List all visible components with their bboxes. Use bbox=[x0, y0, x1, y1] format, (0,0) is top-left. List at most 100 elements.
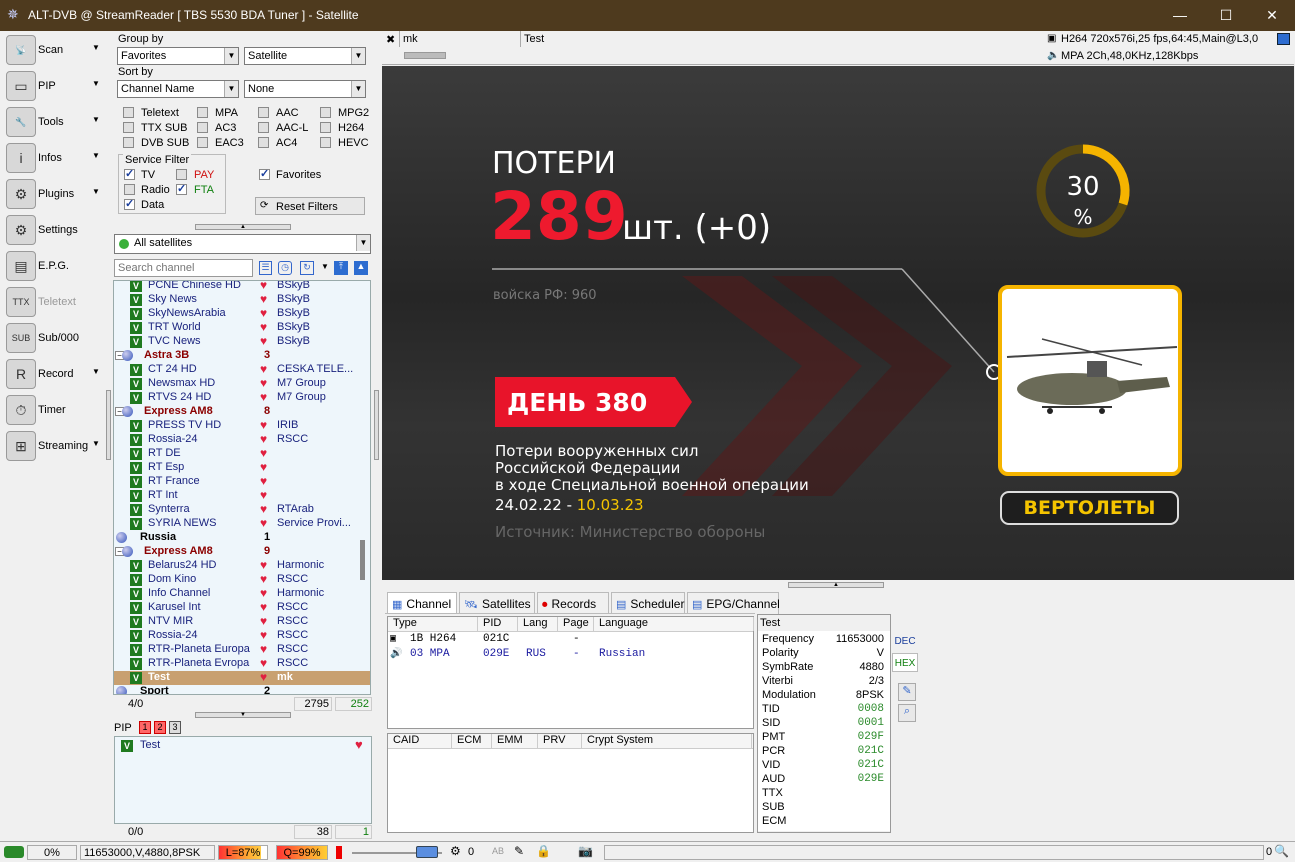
pip-splitter[interactable]: ▼ bbox=[195, 712, 291, 718]
channel-row[interactable]: V Belarus24 HD ♥ Harmonic bbox=[114, 558, 370, 573]
hex-button[interactable]: HEX bbox=[892, 653, 918, 672]
channel-row[interactable]: V PCNE Chinese HD ♥ BSkyB bbox=[114, 281, 370, 293]
favorites-checkbox[interactable]: ✓ bbox=[259, 169, 270, 180]
tab-channel[interactable]: ▦ Channel bbox=[387, 592, 457, 614]
clock-icon[interactable]: ◷ bbox=[278, 261, 292, 275]
chevron-down-icon[interactable]: ▼ bbox=[321, 262, 329, 271]
sidebar-item-tools[interactable]: 🔧 Tools ▼ bbox=[4, 105, 106, 139]
data-checkbox[interactable]: ✓ bbox=[124, 199, 135, 210]
satellite-select[interactable]: All satellites ▼ bbox=[114, 234, 371, 254]
camera-icon[interactable]: 📷 bbox=[578, 844, 593, 858]
channel-row[interactable]: V CT 24 HD ♥ CESKA TELE... bbox=[114, 362, 370, 377]
streams-grid[interactable]: Type PID Lang Page Language ▣ 1B H264 021C - 🔊 03… bbox=[387, 616, 754, 729]
stream-filter-checkbox[interactable] bbox=[123, 107, 134, 118]
group-row[interactable]: − Astra 3B 3 bbox=[114, 349, 370, 363]
column-header[interactable]: PID bbox=[478, 617, 518, 631]
sort-icon[interactable]: ↻ bbox=[300, 261, 314, 275]
stream-filter-checkbox[interactable] bbox=[320, 122, 331, 133]
sidebar-item-infos[interactable]: i Infos ▼ bbox=[4, 141, 106, 175]
group-row[interactable]: − Express AM8 8 bbox=[114, 405, 370, 419]
sidebar-item-streaming[interactable]: ⊞ Streaming ▼ bbox=[4, 429, 106, 463]
sidebar-item-settings[interactable]: ⚙ Settings bbox=[4, 213, 106, 247]
stream-filter-checkbox[interactable] bbox=[320, 107, 331, 118]
recorder-icon[interactable]: ⚙ bbox=[450, 844, 461, 858]
pip-channel-name[interactable]: Test bbox=[140, 739, 160, 751]
stream-filter-checkbox[interactable] bbox=[197, 107, 208, 118]
list-view-icon[interactable]: ☰ bbox=[259, 261, 272, 275]
close-small-icon[interactable]: ✖ bbox=[386, 33, 398, 46]
panel-splitter[interactable]: ▲ bbox=[195, 224, 291, 230]
reset-filters-button[interactable]: ⟳ Reset Filters bbox=[255, 197, 365, 215]
column-header[interactable]: PRV bbox=[538, 734, 582, 748]
stream-filter-checkbox[interactable] bbox=[197, 122, 208, 133]
stream-filter-checkbox[interactable] bbox=[320, 137, 331, 148]
column-header[interactable]: CAID bbox=[388, 734, 452, 748]
channel-row[interactable]: V RT France ♥ bbox=[114, 474, 370, 489]
channel-row[interactable]: V Dom Kino ♥ RSCC bbox=[114, 572, 370, 587]
sidebar-item-timer[interactable]: ⏱ Timer bbox=[4, 393, 106, 427]
channel-row[interactable]: V RTR-Planeta Evropa ♥ RSCC bbox=[114, 656, 370, 671]
stream-filter-checkbox[interactable] bbox=[258, 122, 269, 133]
video-splitter[interactable]: ▲ bbox=[788, 582, 884, 588]
sidebar-item-pip[interactable]: ▭ PIP ▼ bbox=[4, 69, 106, 103]
lock-icon[interactable]: 🔒 bbox=[536, 844, 551, 858]
channel-row[interactable]: V Sky News ♥ BSkyB bbox=[114, 292, 370, 307]
search-icon[interactable]: ⌕ bbox=[898, 704, 916, 722]
maximize-button[interactable]: ☐ bbox=[1203, 0, 1249, 31]
stream-filter-checkbox[interactable] bbox=[258, 107, 269, 118]
tab-scheduler[interactable]: ▤ Scheduler bbox=[611, 592, 685, 614]
minimize-button[interactable]: — bbox=[1157, 0, 1203, 31]
tv-checkbox[interactable]: ✓ bbox=[124, 169, 135, 180]
sort-by-select-2[interactable]: None ▼ bbox=[244, 80, 366, 98]
channel-row[interactable]: V Rossia-24 ♥ RSCC bbox=[114, 628, 370, 643]
channel-row[interactable]: V NTV MIR ♥ RSCC bbox=[114, 614, 370, 629]
sidebar-item-e-p-g-[interactable]: ▤ E.P.G. bbox=[4, 249, 106, 283]
pip-button-1[interactable]: 1 bbox=[139, 721, 151, 734]
channel-tree[interactable]: V PCNE Chinese HD ♥ BSkyB V Sky News ♥ BSkyB V Sk… bbox=[113, 280, 371, 695]
channel-row[interactable]: V RT Esp ♥ bbox=[114, 460, 370, 475]
channel-row[interactable]: V Synterra ♥ RTArab bbox=[114, 502, 370, 517]
tree-scrollbar-thumb[interactable] bbox=[360, 540, 365, 580]
channel-row[interactable]: V SYRIA NEWS ♥ Service Provi... bbox=[114, 516, 370, 531]
pip-button-3[interactable]: 3 bbox=[169, 721, 181, 734]
stream-row[interactable]: ▣ 1B H264 021C - bbox=[388, 633, 753, 647]
close-button[interactable]: ✕ bbox=[1249, 0, 1295, 31]
edit-icon[interactable]: ✎ bbox=[898, 683, 916, 701]
stream-filter-checkbox[interactable] bbox=[123, 137, 134, 148]
move-top-icon[interactable]: ⤒ bbox=[334, 261, 348, 275]
channel-row[interactable]: V TVC News ♥ BSkyB bbox=[114, 334, 370, 349]
tab-records[interactable]: ⏺ Records bbox=[537, 592, 609, 614]
column-header[interactable]: Crypt System bbox=[582, 734, 752, 748]
channel-row[interactable]: V RT Int ♥ bbox=[114, 488, 370, 503]
dec-button[interactable]: DEC bbox=[892, 632, 918, 651]
column-header[interactable]: Language bbox=[594, 617, 754, 631]
channel-row[interactable]: V Rossia-24 ♥ RSCC bbox=[114, 432, 370, 447]
right-splitter[interactable] bbox=[374, 390, 379, 460]
channel-row[interactable]: V RT DE ♥ bbox=[114, 446, 370, 461]
pen-icon[interactable]: ✎ bbox=[514, 844, 524, 858]
screen-icon[interactable] bbox=[1277, 33, 1290, 45]
group-row[interactable]: Sport 2 bbox=[114, 685, 370, 694]
pay-checkbox[interactable] bbox=[176, 169, 187, 180]
channel-row[interactable]: V RTR-Planeta Europa ♥ RSCC bbox=[114, 642, 370, 657]
column-header[interactable]: Type bbox=[388, 617, 478, 631]
sidebar-item-sub-000[interactable]: SUB Sub/000 bbox=[4, 321, 106, 355]
channel-row[interactable]: V Karusel Int ♥ RSCC bbox=[114, 600, 370, 615]
radio-checkbox[interactable] bbox=[124, 184, 135, 195]
channel-row[interactable]: V SkyNewsArabia ♥ BSkyB bbox=[114, 306, 370, 321]
crypt-grid[interactable]: CAID ECM EMM PRV Crypt System bbox=[387, 733, 754, 833]
sidebar-item-teletext[interactable]: TTX Teletext bbox=[4, 285, 106, 319]
sidebar-item-record[interactable]: R Record ▼ bbox=[4, 357, 106, 391]
left-splitter[interactable] bbox=[106, 390, 111, 460]
column-header[interactable]: ECM bbox=[452, 734, 492, 748]
channel-row[interactable]: V Test ♥ mk bbox=[114, 670, 370, 685]
group-by-select-2[interactable]: Satellite ▼ bbox=[244, 47, 366, 65]
stream-filter-checkbox[interactable] bbox=[123, 122, 134, 133]
volume-slider-thumb[interactable] bbox=[416, 846, 438, 858]
pip-button-2[interactable]: 2 bbox=[154, 721, 166, 734]
sidebar-item-plugins[interactable]: ⚙ Plugins ▼ bbox=[4, 177, 106, 211]
group-by-select-1[interactable]: Favorites ▼ bbox=[117, 47, 239, 65]
channel-row[interactable]: V PRESS TV HD ♥ IRIB bbox=[114, 418, 370, 433]
column-header[interactable]: Lang bbox=[518, 617, 558, 631]
group-row[interactable]: Russia 1 bbox=[114, 531, 370, 545]
